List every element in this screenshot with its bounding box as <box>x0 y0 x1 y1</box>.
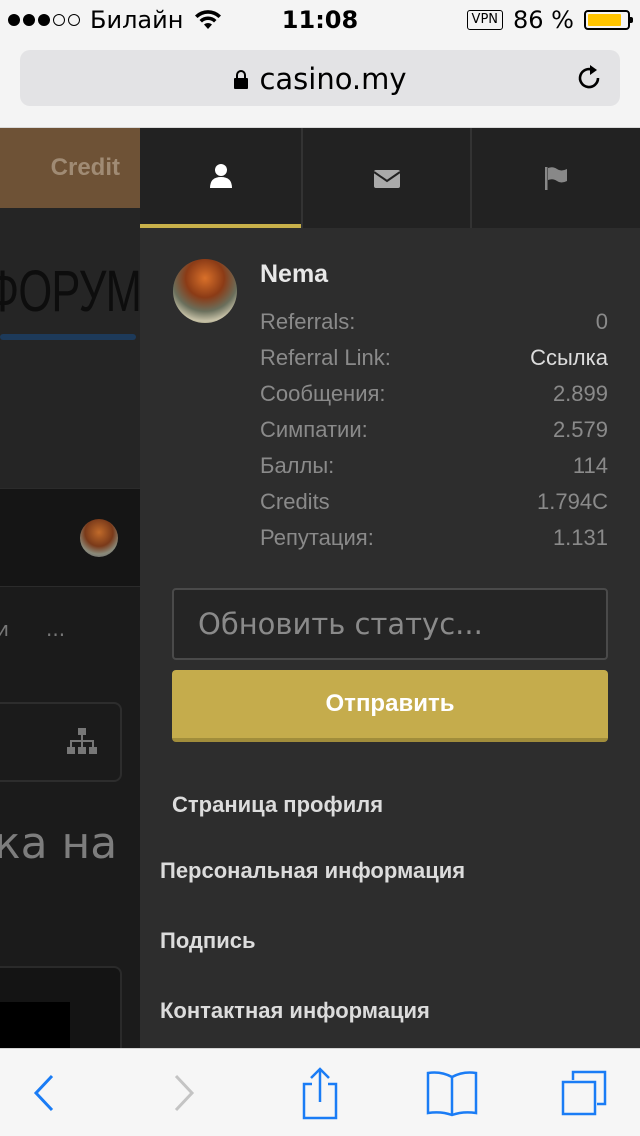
share-icon <box>302 1067 338 1120</box>
user-bar <box>0 488 140 586</box>
nav-row: и ... <box>0 586 140 668</box>
reload-icon[interactable] <box>574 63 604 93</box>
banner-underline <box>0 334 136 340</box>
stat-value: 1.794C <box>537 489 608 514</box>
stat-label: Симпатии: <box>260 417 368 442</box>
menu-item-signature[interactable]: Подпись <box>160 928 256 954</box>
avatar[interactable] <box>173 259 237 323</box>
book-icon <box>426 1071 478 1117</box>
menu-item-personal-info[interactable]: Персональная информация <box>160 858 465 884</box>
flag-icon <box>545 167 567 190</box>
stat-value: 114 <box>572 453 608 478</box>
stat-value: 1.131 <box>552 525 608 550</box>
stat-label: Referrals: <box>260 309 356 334</box>
stat-row: Репутация: 1.131 <box>260 520 608 556</box>
menu-item-contact-info[interactable]: Контактная информация <box>160 998 430 1024</box>
stat-row: Баллы: 114 <box>260 448 608 484</box>
battery-percent: 86 % <box>513 6 574 34</box>
user-icon <box>209 164 232 188</box>
stat-label: Репутация: <box>260 525 374 550</box>
username[interactable]: Nema <box>260 260 328 289</box>
stat-label: Сообщения: <box>260 381 386 406</box>
tab-alerts[interactable] <box>470 128 640 228</box>
stat-label: Referral Link: <box>260 345 391 370</box>
avatar[interactable] <box>80 519 118 557</box>
forum-banner-text: ФОРУМ <box>0 259 140 324</box>
content-image <box>0 1002 70 1048</box>
vpn-badge: VPN <box>466 10 504 30</box>
stat-label: Credits <box>260 489 330 514</box>
account-panel: Nema Referrals: 0 Referral Link: Ссылка … <box>140 128 640 1048</box>
lock-icon <box>234 70 249 89</box>
browser-address-area: casino.my <box>0 40 640 128</box>
stat-value: 2.579 <box>552 417 608 442</box>
browser-toolbar <box>0 1048 640 1136</box>
nav-more[interactable]: ... <box>46 617 65 641</box>
user-stats: Referrals: 0 Referral Link: Ссылка Сообщ… <box>260 304 608 556</box>
address-bar[interactable]: casino.my <box>20 50 620 106</box>
stat-row: Симпатии: 2.579 <box>260 412 608 448</box>
status-bar: Билайн 11:08 VPN 86 % <box>0 0 640 40</box>
nav-item-partial[interactable]: и <box>0 617 9 641</box>
credit-tab[interactable]: Credit <box>0 128 140 208</box>
envelope-icon <box>372 170 401 188</box>
page-heading-partial: ка на <box>0 818 118 869</box>
url-text: casino.my <box>259 62 407 96</box>
credit-tab-label: Credit <box>50 154 120 181</box>
stat-row: Сообщения: 2.899 <box>260 376 608 412</box>
stat-row: Referral Link: Ссылка <box>260 340 608 376</box>
status-input[interactable] <box>172 588 608 660</box>
tabs-button[interactable] <box>550 1049 618 1136</box>
forum-banner <box>0 208 140 488</box>
background-page: Credit ФОРУМ и ... ка на <box>0 128 140 1048</box>
stat-row: Referrals: 0 <box>260 304 608 340</box>
tab-messages[interactable] <box>301 128 470 228</box>
forward-button[interactable] <box>154 1049 214 1136</box>
panel-tabs <box>140 128 640 228</box>
search-box[interactable] <box>0 702 122 782</box>
tab-account[interactable] <box>140 128 301 228</box>
referral-link[interactable]: Ссылка <box>530 345 608 371</box>
stat-value: 2.899 <box>552 381 608 406</box>
chevron-right-icon <box>174 1074 195 1112</box>
stat-value: 0 <box>595 309 608 334</box>
bookmarks-button[interactable] <box>418 1049 486 1136</box>
stat-label: Баллы: <box>260 453 335 478</box>
share-button[interactable] <box>288 1049 352 1136</box>
chevron-left-icon <box>33 1074 54 1112</box>
battery-icon <box>584 10 633 30</box>
stat-row: Credits 1.794C <box>260 484 608 520</box>
sitemap-icon[interactable] <box>66 728 98 758</box>
back-button[interactable] <box>14 1049 74 1136</box>
tabs-icon <box>561 1070 607 1116</box>
menu-item-profile-page[interactable]: Страница профиля <box>172 792 383 818</box>
submit-status-button[interactable]: Отправить <box>172 670 608 742</box>
